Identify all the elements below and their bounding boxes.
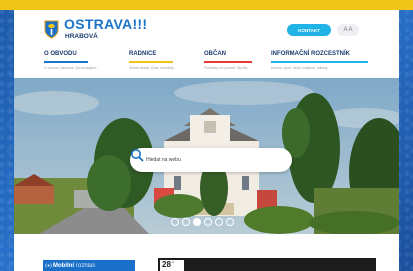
slider-dot[interactable]	[171, 218, 179, 226]
slider-dot[interactable]	[215, 218, 223, 226]
event-day: 28	[162, 260, 171, 269]
event-month: st.	[171, 260, 176, 264]
search-box[interactable]	[130, 148, 292, 172]
mobile-banner-light: rozhlas	[76, 262, 96, 269]
nav-underline	[204, 61, 252, 63]
font-size-button[interactable]: A A	[337, 24, 359, 36]
nav-label: OBČAN	[204, 51, 226, 57]
slider-dot[interactable]	[226, 218, 234, 226]
nav-description: O obvodu, Aktuálně, Zpravodajství...	[44, 66, 99, 70]
slider-dots	[171, 218, 234, 226]
header: OSTRAVA!!! HRABOVÁ KONTAKT A A	[14, 10, 399, 50]
search-input[interactable]	[146, 154, 261, 166]
slider-dot[interactable]	[182, 218, 190, 226]
nav-item-informacni-rozcestnik[interactable]: INFORMAČNÍ ROZCESTNÍK Kultura, sport, šk…	[271, 50, 371, 77]
mobile-banner-bold: Mobilní	[53, 262, 74, 269]
mobile-rozhlas-banner[interactable]: Mobilní rozhlas	[43, 260, 135, 271]
nav-label: RADNICE	[129, 51, 157, 57]
main-navigation: O OBVODU O obvodu, Aktuálně, Zpravodajst…	[14, 50, 399, 77]
broadcast-icon	[45, 263, 52, 268]
logo-title[interactable]: OSTRAVA!!!	[64, 16, 147, 32]
top-accent-bar	[0, 0, 413, 10]
nav-description: Podklady ve vyřízení, Služby...	[204, 66, 250, 70]
slider-dot[interactable]	[193, 218, 201, 226]
nav-label: INFORMAČNÍ ROZCESTNÍK	[271, 51, 350, 57]
nav-description: Kultura, sport, školy, instituce, odkazy…	[271, 66, 331, 70]
nav-item-o-obvodu[interactable]: O OBVODU O obvodu, Aktuálně, Zpravodajst…	[44, 50, 114, 77]
search-icon[interactable]	[130, 148, 144, 162]
event-date: 28 st.	[160, 260, 184, 271]
bottom-section: Mobilní rozhlas 28 st.	[14, 234, 399, 271]
nav-underline	[129, 61, 173, 63]
page: OSTRAVA!!! HRABOVÁ KONTAKT A A O OBVODU …	[14, 10, 399, 271]
nav-description: Úřední deska, Úřad, Kontakty...	[129, 66, 177, 70]
nav-item-radnice[interactable]: RADNICE Úřední deska, Úřad, Kontakty...	[129, 50, 189, 77]
event-card[interactable]: 28 st.	[158, 258, 376, 271]
nav-underline	[271, 61, 368, 63]
contact-button[interactable]: KONTAKT	[287, 24, 331, 36]
hero-slider	[14, 78, 399, 234]
logo-subtitle[interactable]: HRABOVÁ	[65, 33, 98, 40]
nav-underline	[44, 61, 88, 63]
coat-of-arms-icon[interactable]	[44, 20, 59, 39]
nav-label: O OBVODU	[44, 51, 77, 57]
slider-dot[interactable]	[204, 218, 212, 226]
nav-item-obcan[interactable]: OBČAN Podklady ve vyřízení, Služby...	[204, 50, 264, 77]
